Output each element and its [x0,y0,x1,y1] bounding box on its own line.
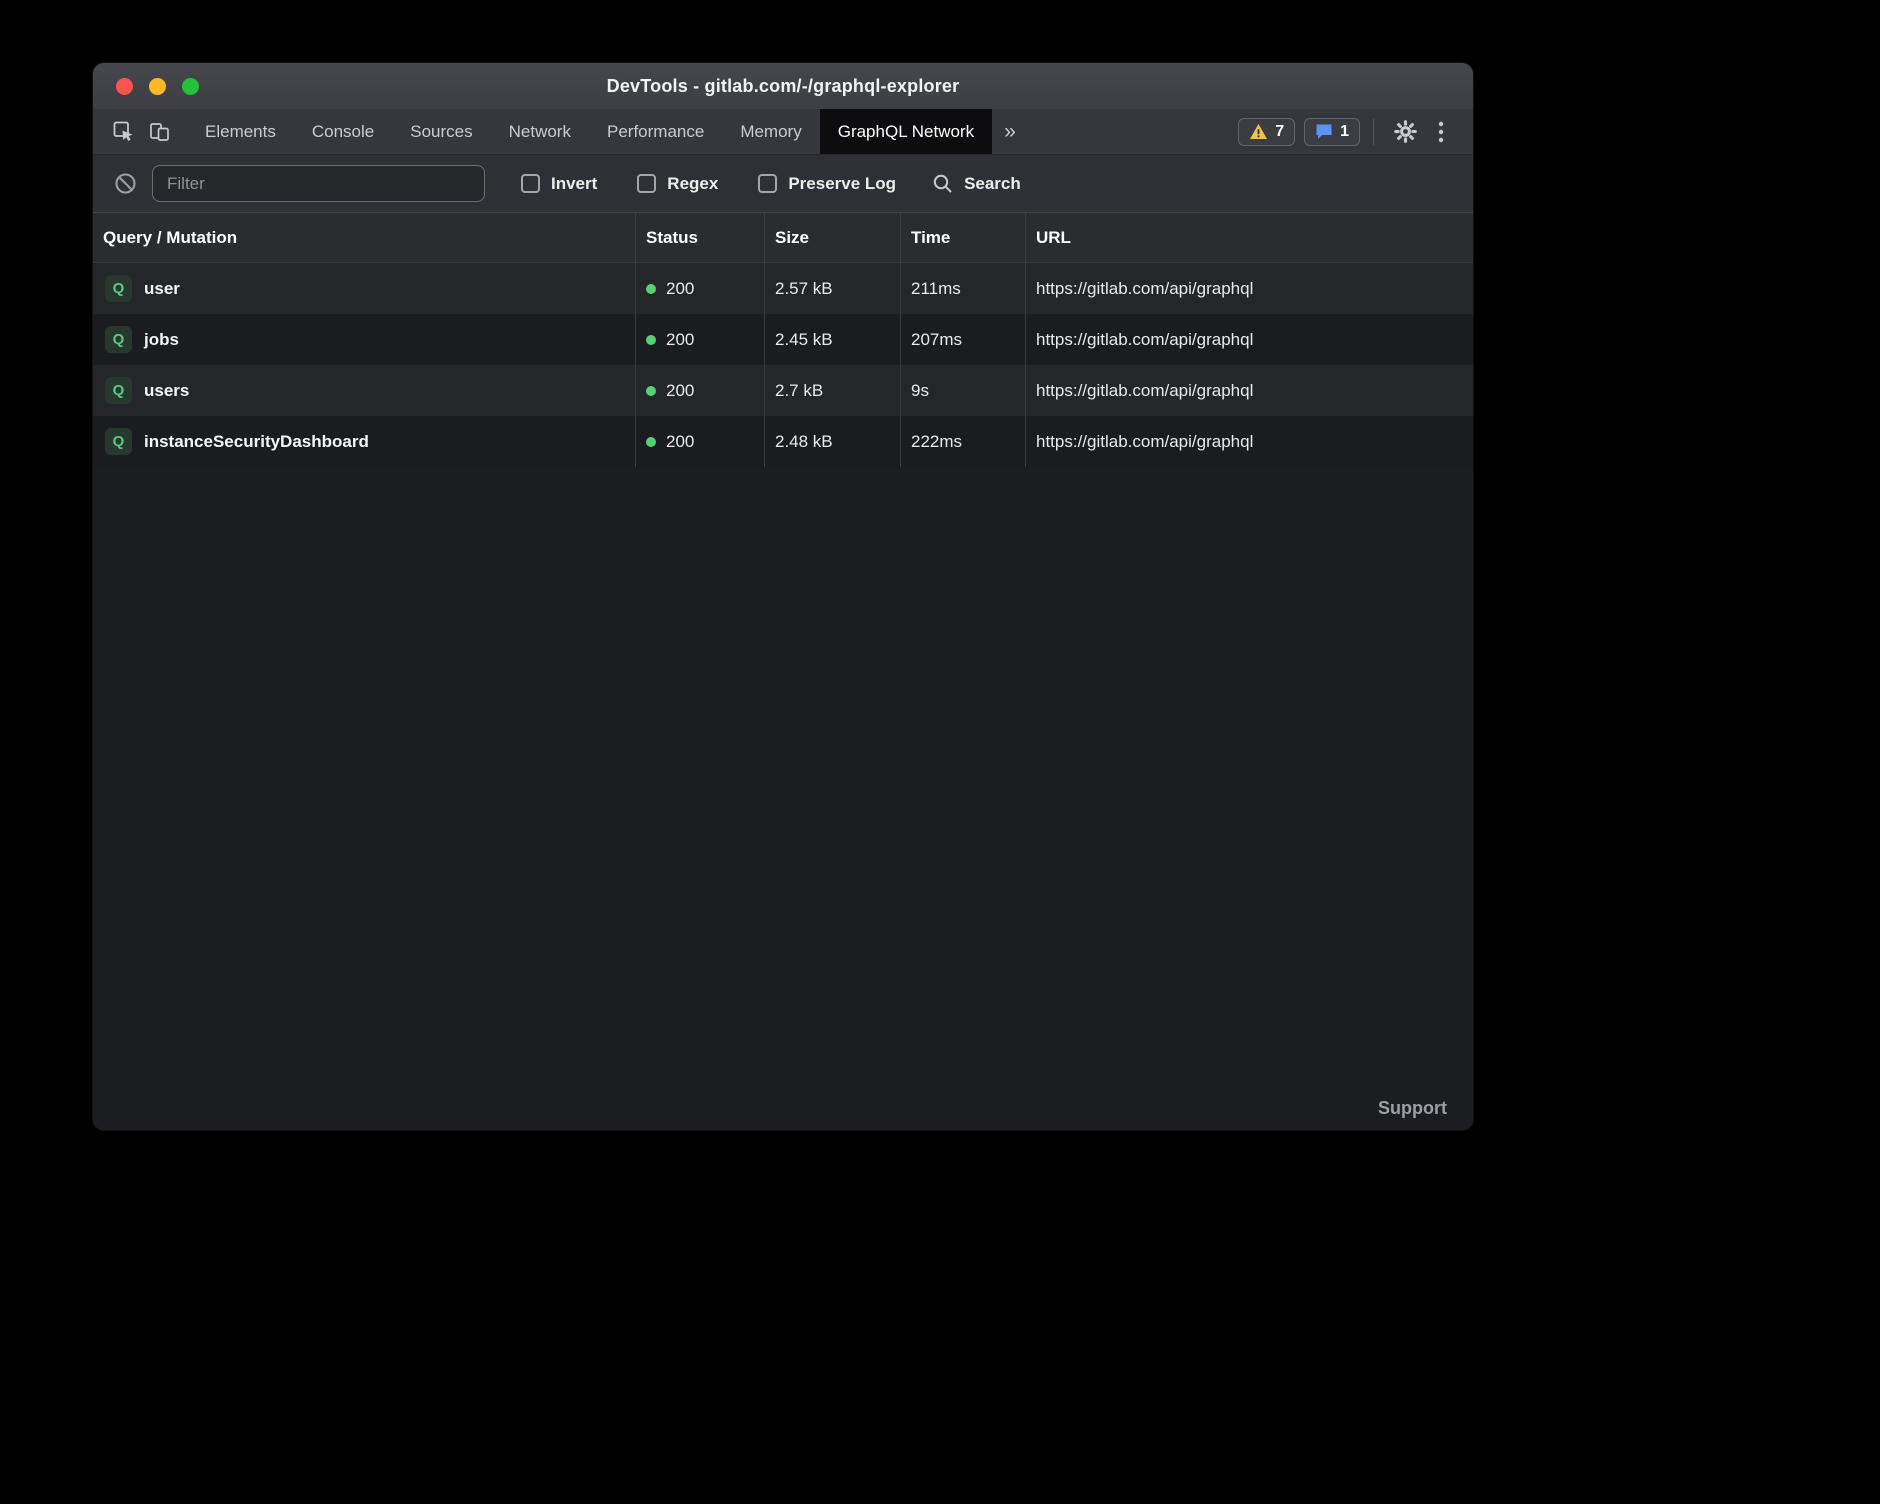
titlebar[interactable]: DevTools - gitlab.com/-/graphql-explorer [93,63,1473,109]
query-cell: QinstanceSecurityDashboard [93,416,636,467]
filter-checkboxes: Invert Regex Preserve Log [521,174,896,194]
filter-toolbar: Invert Regex Preserve Log Search [93,155,1473,213]
size-cell: 2.45 kB [765,314,901,365]
request-row-jobs[interactable]: Qjobs 200 2.45 kB207mshttps://gitlab.com/a… [93,314,1473,365]
issues-count: 1 [1340,123,1349,141]
settings-gear-icon[interactable] [1387,114,1423,150]
column-header-status[interactable]: Status [636,213,765,262]
size-cell: 2.7 kB [765,365,901,416]
table-header: Query / MutationStatusSizeTimeURL [93,213,1473,263]
warning-icon [1249,123,1268,140]
query-type-badge: Q [105,275,132,302]
message-icon [1315,123,1333,140]
status-dot-icon [646,335,656,345]
status-dot-icon [646,386,656,396]
query-name: users [144,381,189,401]
url-cell: https://gitlab.com/api/graphql [1026,314,1473,365]
query-type-badge: Q [105,428,132,455]
query-cell: Qusers [93,365,636,416]
tab-network[interactable]: Network [491,109,589,154]
status-code: 200 [666,330,694,350]
status-cell: 200 [636,263,765,314]
window-title: DevTools - gitlab.com/-/graphql-explorer [607,76,960,97]
checkbox-label: Regex [667,174,718,194]
status-badges: 7 1 [1238,118,1360,146]
column-header-url[interactable]: URL [1026,213,1473,262]
query-type-badge: Q [105,377,132,404]
traffic-lights [116,63,199,109]
query-name: jobs [144,330,179,350]
search-icon [932,173,954,195]
tab-memory[interactable]: Memory [722,109,819,154]
time-cell: 222ms [901,416,1026,467]
tab-performance[interactable]: Performance [589,109,722,154]
url-cell: https://gitlab.com/api/graphql [1026,263,1473,314]
time-cell: 9s [901,365,1026,416]
table-body: Quser2002.57 kB211mshttps://gitlab.com/a… [93,263,1473,1130]
url-cell: https://gitlab.com/api/graphql [1026,365,1473,416]
zoom-button[interactable] [182,78,199,95]
column-header-size[interactable]: Size [765,213,901,262]
url-cell: https://gitlab.com/api/graphql [1026,416,1473,467]
column-header-query-mutation[interactable]: Query / Mutation [93,213,636,262]
kebab-menu-icon[interactable] [1423,114,1459,150]
time-cell: 211ms [901,263,1026,314]
status-dot-icon [646,437,656,447]
search-label: Search [964,174,1021,194]
size-cell: 2.48 kB [765,416,901,467]
checkbox-regex[interactable]: Regex [637,174,718,194]
inspect-element-icon[interactable] [105,114,141,150]
devtools-tabbar: ElementsConsoleSourcesNetworkPerformance… [93,109,1473,155]
checkbox-preserve-log[interactable]: Preserve Log [758,174,896,194]
support-link[interactable]: Support [1378,1098,1447,1119]
query-name: instanceSecurityDashboard [144,432,369,452]
close-button[interactable] [116,78,133,95]
tab-console[interactable]: Console [294,109,392,154]
checkbox-box[interactable] [637,174,656,193]
query-cell: Qjobs [93,314,636,365]
issues-badge[interactable]: 1 [1304,118,1360,146]
tab-elements[interactable]: Elements [187,109,294,154]
checkbox-invert[interactable]: Invert [521,174,597,194]
request-row-users[interactable]: Qusers 200 2.7 kB9shttps://gitlab.com/api/… [93,365,1473,416]
minimize-button[interactable] [149,78,166,95]
toolbar-divider [1373,119,1374,145]
block-icon[interactable] [114,172,137,195]
status-cell: 200 [636,314,765,365]
checkbox-box[interactable] [758,174,777,193]
checkbox-label: Invert [551,174,597,194]
status-cell: 200 [636,416,765,467]
time-cell: 207ms [901,314,1026,365]
status-code: 200 [666,381,694,401]
query-type-badge: Q [105,326,132,353]
more-tabs-button[interactable]: » [992,120,1028,144]
warnings-badge[interactable]: 7 [1238,118,1295,146]
status-code: 200 [666,432,694,452]
tab-sources[interactable]: Sources [392,109,490,154]
tab-strip: ElementsConsoleSourcesNetworkPerformance… [187,109,992,154]
search-button[interactable]: Search [932,173,1021,195]
query-cell: Quser [93,263,636,314]
request-row-instancesecuritydashboard[interactable]: QinstanceSecurityDashboard 200 2.48 kB222m… [93,416,1473,467]
request-row-user[interactable]: Quser 200 2.57 kB211mshttps://gitlab.com/a… [93,263,1473,314]
warning-count: 7 [1275,123,1284,141]
checkbox-label: Preserve Log [788,174,896,194]
column-header-time[interactable]: Time [901,213,1026,262]
filter-input[interactable] [152,165,485,202]
device-toolbar-icon[interactable] [141,114,177,150]
size-cell: 2.57 kB [765,263,901,314]
tab-graphql-network[interactable]: GraphQL Network [820,109,992,154]
devtools-window: DevTools - gitlab.com/-/graphql-explorer… [93,63,1473,1130]
status-dot-icon [646,284,656,294]
query-name: user [144,279,180,299]
checkbox-box[interactable] [521,174,540,193]
status-cell: 200 [636,365,765,416]
status-code: 200 [666,279,694,299]
